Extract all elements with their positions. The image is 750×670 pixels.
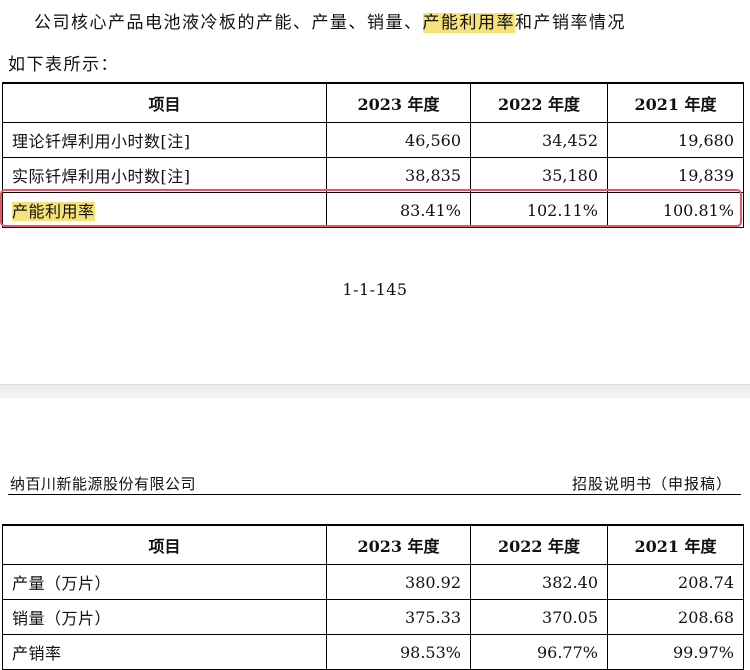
cell-value: 19,680	[607, 122, 744, 158]
cell-value: 96.77%	[470, 634, 608, 670]
intro-highlight-capacity-utilization: 产能利用率	[422, 13, 515, 33]
cell-value: 46,560	[326, 122, 471, 158]
table-row: 产销率 98.53% 96.77% 99.97%	[2, 634, 744, 670]
page-separator	[0, 384, 750, 400]
cell-value: 98.53%	[326, 634, 471, 670]
column-header-item: 项目	[2, 82, 327, 123]
table-row: 产量（万片） 380.92 382.40 208.74	[2, 564, 744, 600]
row-label: 产量（万片）	[2, 564, 327, 600]
cell-value: 99.97%	[607, 634, 744, 670]
intro-line-2: 如下表所示：	[8, 55, 119, 75]
row-label: 产销率	[2, 634, 327, 670]
intro-text-b: 和产销率情况	[515, 13, 626, 33]
column-header-2023: 2023 年度	[326, 524, 471, 565]
table-row: 理论钎焊利用小时数[注] 46,560 34,452 19,680	[2, 122, 744, 158]
row-label: 理论钎焊利用小时数[注]	[2, 122, 327, 158]
table-row: 销量（万片） 375.33 370.05 208.68	[2, 599, 744, 635]
page-number: 1-1-145	[342, 280, 408, 299]
running-header-doc-type: 招股说明书（申报稿）	[571, 475, 732, 493]
intro-line-1: 公司核心产品电池液冷板的产能、产量、销量、产能利用率和产销率情况	[34, 8, 626, 33]
column-header-2022: 2022 年度	[470, 82, 608, 123]
production-sales-table: 项目 2023 年度 2022 年度 2021 年度 产量（万片） 380.92…	[2, 524, 744, 670]
table-header-row: 项目 2023 年度 2022 年度 2021 年度	[2, 82, 744, 123]
cell-value: 34,452	[470, 122, 608, 158]
table-row: 实际钎焊利用小时数[注] 38,835 35,180 19,839	[2, 157, 744, 193]
cell-value: 35,180	[470, 157, 608, 193]
running-header-rule	[8, 494, 741, 495]
cell-value: 382.40	[470, 564, 608, 600]
row-label: 实际钎焊利用小时数[注]	[2, 157, 327, 193]
row-label: 销量（万片）	[2, 599, 327, 635]
intro-text-a: 公司核心产品电池液冷板的产能、产量、销量、	[34, 13, 423, 33]
running-header-company: 纳百川新能源股份有限公司	[10, 475, 197, 493]
highlight-callout-box	[0, 189, 742, 227]
column-header-2021: 2021 年度	[607, 82, 744, 123]
cell-value: 208.68	[607, 599, 744, 635]
cell-value: 38,835	[326, 157, 471, 193]
cell-value: 370.05	[470, 599, 608, 635]
cell-value: 19,839	[607, 157, 744, 193]
table-header-row: 项目 2023 年度 2022 年度 2021 年度	[2, 524, 744, 565]
cell-value: 375.33	[326, 599, 471, 635]
column-header-2021: 2021 年度	[607, 524, 744, 565]
column-header-2022: 2022 年度	[470, 524, 608, 565]
column-header-2023: 2023 年度	[326, 82, 471, 123]
cell-value: 380.92	[326, 564, 471, 600]
column-header-item: 项目	[2, 524, 327, 565]
cell-value: 208.74	[607, 564, 744, 600]
